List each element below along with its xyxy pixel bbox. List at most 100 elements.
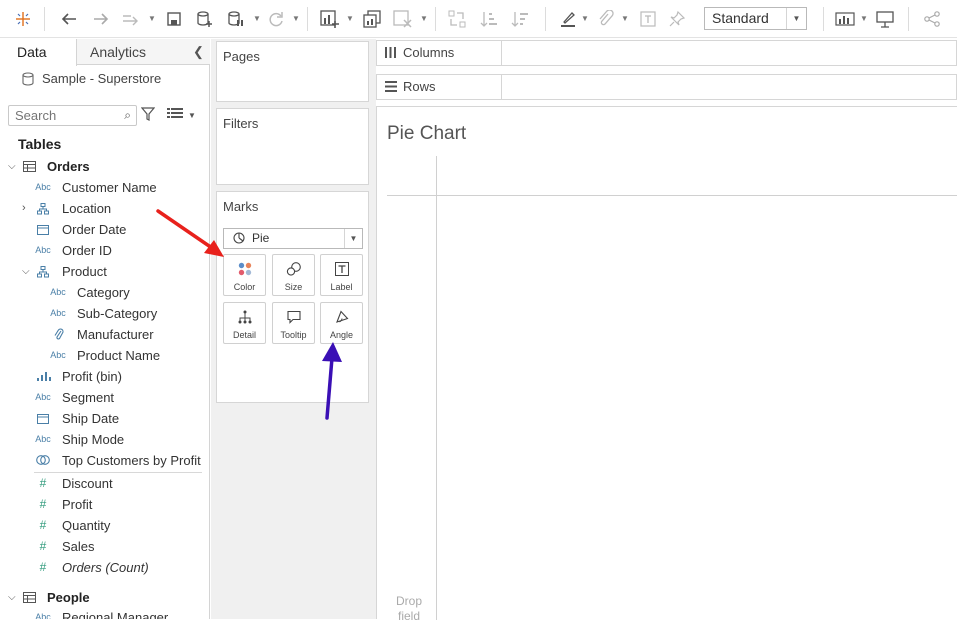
columns-shelf[interactable]: Columns bbox=[376, 40, 957, 66]
marks-card: Marks Pie ▼ Color Size Label Detail Tool… bbox=[216, 191, 369, 403]
label-button[interactable]: Label bbox=[320, 254, 363, 296]
field-regional-manager[interactable]: Abc Regional Manager bbox=[0, 607, 205, 619]
field-sales[interactable]: # Sales bbox=[0, 536, 205, 557]
columns-shelf-header: Columns bbox=[377, 41, 502, 65]
tableau-logo-icon[interactable] bbox=[12, 8, 34, 30]
field-orders-count[interactable]: # Orders (Count) bbox=[0, 557, 205, 578]
paperclip-group-icon bbox=[54, 328, 64, 340]
bin-icon bbox=[37, 372, 51, 381]
chevron-down-icon[interactable]: ⌵ bbox=[8, 156, 16, 177]
cards-column: Pages Filters Marks Pie ▼ Color Size Lab… bbox=[211, 39, 376, 619]
toolbar-separator bbox=[545, 7, 546, 31]
field-ship-date[interactable]: Ship Date bbox=[0, 408, 205, 429]
presentation-mode-icon[interactable] bbox=[874, 8, 896, 30]
field-discount[interactable]: # Discount bbox=[0, 473, 205, 494]
collapse-pane-icon[interactable]: ❮ bbox=[193, 44, 204, 60]
field-quantity[interactable]: # Quantity bbox=[0, 515, 205, 536]
detail-button-label: Detail bbox=[232, 330, 256, 340]
pause-updates-icon[interactable] bbox=[225, 8, 247, 30]
refresh-icon[interactable] bbox=[265, 8, 287, 30]
field-location[interactable]: › Location bbox=[0, 198, 205, 219]
swap-rows-columns-icon[interactable] bbox=[446, 8, 468, 30]
detail-button[interactable]: Detail bbox=[223, 302, 266, 344]
share-icon[interactable] bbox=[921, 8, 943, 30]
tooltip-icon bbox=[273, 309, 314, 325]
table-people[interactable]: ⌵ People bbox=[0, 587, 205, 608]
tooltip-button[interactable]: Tooltip bbox=[272, 302, 315, 344]
hierarchy-icon bbox=[37, 203, 49, 215]
field-label: Orders (Count) bbox=[62, 560, 149, 575]
tab-analytics[interactable]: Analytics bbox=[90, 39, 146, 65]
highlight-caret-icon[interactable]: ▼ bbox=[581, 14, 589, 23]
field-customer-name[interactable]: Abc Customer Name bbox=[0, 177, 205, 198]
rows-shelf[interactable]: Rows bbox=[376, 74, 957, 100]
search-field[interactable]: ⌕ bbox=[8, 105, 137, 126]
view-options-caret-icon[interactable]: ▼ bbox=[188, 111, 196, 120]
sheet-title[interactable]: Pie Chart bbox=[387, 123, 466, 145]
rows-shelf-label: Rows bbox=[403, 79, 436, 94]
table-icon bbox=[23, 592, 36, 603]
new-datasource-icon[interactable] bbox=[194, 8, 216, 30]
field-label: Sales bbox=[62, 539, 95, 554]
marks-card-title: Marks bbox=[223, 199, 259, 214]
filters-card[interactable]: Filters bbox=[216, 108, 369, 185]
field-ship-mode[interactable]: Abc Ship Mode bbox=[0, 429, 205, 450]
field-sub-category[interactable]: Abc Sub-Category bbox=[0, 303, 205, 324]
duplicate-icon[interactable] bbox=[361, 8, 383, 30]
chevron-right-icon[interactable]: › bbox=[22, 198, 26, 219]
view-options-icon[interactable] bbox=[167, 107, 183, 119]
field-product-name[interactable]: Abc Product Name bbox=[0, 345, 205, 366]
pause-caret-icon[interactable]: ▼ bbox=[253, 14, 261, 23]
save-icon[interactable] bbox=[163, 8, 185, 30]
field-product[interactable]: ⌵ Product bbox=[0, 261, 205, 282]
table-name: People bbox=[47, 590, 90, 605]
clear-caret-icon[interactable]: ▼ bbox=[420, 14, 428, 23]
show-me-caret-icon[interactable]: ▼ bbox=[860, 14, 868, 23]
show-mark-labels-icon[interactable] bbox=[637, 8, 659, 30]
mark-type-value: Pie bbox=[252, 231, 270, 245]
filter-icon[interactable] bbox=[141, 107, 155, 121]
field-order-date[interactable]: Order Date bbox=[0, 219, 205, 240]
search-input[interactable] bbox=[9, 106, 109, 125]
refresh-caret-icon[interactable]: ▼ bbox=[292, 14, 300, 23]
new-worksheet-icon[interactable] bbox=[319, 8, 341, 30]
clear-sheet-icon[interactable] bbox=[392, 8, 414, 30]
fit-select[interactable]: Standard ▼ bbox=[704, 7, 807, 30]
field-profit[interactable]: # Profit bbox=[0, 494, 205, 515]
field-top-customers-by-profit[interactable]: Top Customers by Profit bbox=[0, 450, 205, 471]
replay-caret-icon[interactable]: ▼ bbox=[148, 14, 156, 23]
group-members-icon[interactable] bbox=[594, 8, 616, 30]
number-type-icon: # bbox=[39, 518, 47, 532]
mark-type-select[interactable]: Pie ▼ bbox=[223, 228, 363, 249]
undo-icon[interactable] bbox=[58, 8, 80, 30]
field-label: Ship Mode bbox=[62, 432, 125, 447]
replay-icon[interactable] bbox=[120, 8, 142, 30]
show-me-icon[interactable] bbox=[834, 8, 856, 30]
redo-icon[interactable] bbox=[90, 8, 112, 30]
new-worksheet-caret-icon[interactable]: ▼ bbox=[346, 14, 354, 23]
string-type-icon: Abc bbox=[35, 245, 51, 255]
table-orders[interactable]: ⌵ Orders bbox=[0, 156, 205, 177]
text-label-icon bbox=[321, 261, 362, 277]
size-button[interactable]: Size bbox=[272, 254, 315, 296]
calendar-icon bbox=[37, 414, 49, 424]
chevron-down-icon[interactable]: ⌵ bbox=[8, 587, 16, 608]
table-icon bbox=[23, 161, 36, 172]
field-manufacturer[interactable]: Manufacturer bbox=[0, 324, 205, 345]
tab-data[interactable]: Data bbox=[0, 39, 77, 66]
pages-card[interactable]: Pages bbox=[216, 41, 369, 102]
highlight-icon[interactable] bbox=[557, 8, 579, 30]
field-order-id[interactable]: Abc Order ID bbox=[0, 240, 205, 261]
sort-ascending-icon[interactable] bbox=[478, 8, 500, 30]
pin-icon[interactable] bbox=[666, 8, 688, 30]
size-button-label: Size bbox=[284, 282, 303, 292]
group-caret-icon[interactable]: ▼ bbox=[621, 14, 629, 23]
field-profit-bin[interactable]: Profit (bin) bbox=[0, 366, 205, 387]
sort-descending-icon[interactable] bbox=[509, 8, 531, 30]
angle-button[interactable]: Angle bbox=[320, 302, 363, 344]
color-button[interactable]: Color bbox=[223, 254, 266, 296]
chevron-down-icon[interactable]: ⌵ bbox=[22, 261, 30, 282]
field-segment[interactable]: Abc Segment bbox=[0, 387, 205, 408]
field-category[interactable]: Abc Category bbox=[0, 282, 205, 303]
worksheet-view[interactable]: Pie Chart Drop field bbox=[376, 106, 957, 623]
